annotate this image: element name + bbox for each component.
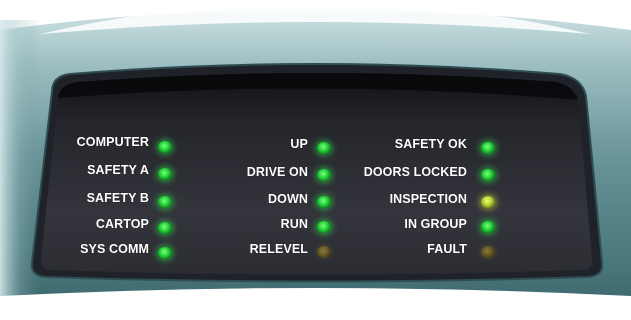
label-relevel: RELEVEL bbox=[249, 242, 308, 256]
led-down bbox=[317, 196, 331, 208]
label-fault: FAULT bbox=[427, 242, 467, 256]
led-safety-b bbox=[158, 196, 172, 208]
label-run: RUN bbox=[280, 217, 308, 231]
led-in-group bbox=[481, 221, 495, 233]
led-computer bbox=[158, 141, 172, 153]
label-up: UP bbox=[290, 137, 308, 151]
led-safety-a bbox=[158, 168, 172, 180]
label-cartop: CARTOP bbox=[95, 217, 149, 231]
led-run bbox=[317, 221, 331, 233]
label-computer: COMPUTER bbox=[76, 135, 149, 149]
led-relevel bbox=[317, 246, 331, 258]
label-sys-comm: SYS COMM bbox=[80, 242, 149, 256]
label-safety-a: SAFETY A bbox=[87, 163, 149, 177]
label-safety-ok: SAFETY OK bbox=[394, 137, 467, 151]
led-fault bbox=[481, 246, 495, 258]
label-doors-locked: DOORS LOCKED bbox=[363, 165, 467, 179]
label-down: DOWN bbox=[268, 192, 308, 206]
led-up bbox=[317, 142, 331, 154]
label-safety-b: SAFETY B bbox=[86, 191, 149, 205]
led-inspection bbox=[481, 196, 495, 208]
label-drive-on: DRIVE ON bbox=[246, 165, 308, 179]
led-cartop bbox=[158, 222, 172, 234]
label-in-group: IN GROUP bbox=[404, 217, 467, 231]
led-drive-on bbox=[317, 169, 331, 181]
led-doors-locked bbox=[481, 169, 495, 181]
led-safety-ok bbox=[481, 142, 495, 154]
indicator-panel: COMPUTER SAFETY A SAFETY B CARTOP SYS CO… bbox=[0, 0, 631, 320]
label-inspection: INSPECTION bbox=[389, 192, 467, 206]
led-sys-comm bbox=[158, 247, 172, 259]
